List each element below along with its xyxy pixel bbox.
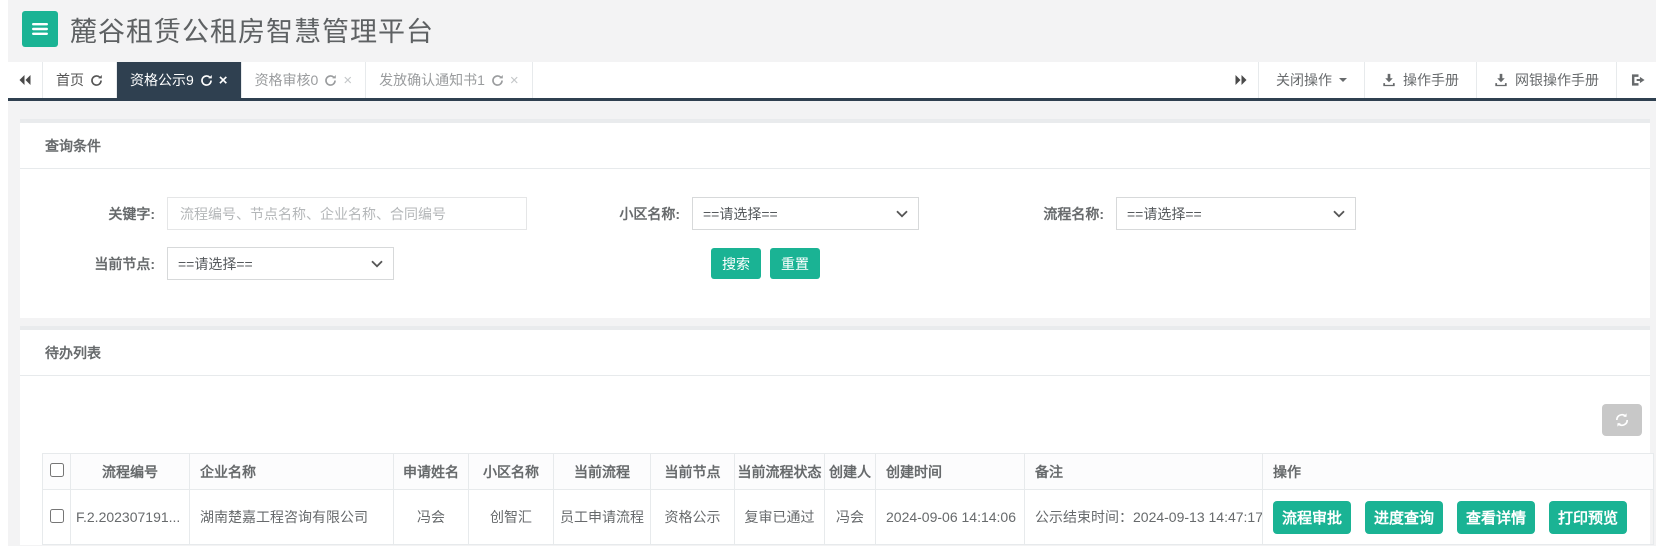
keyword-label: 关键字:	[108, 205, 155, 222]
process-name-label: 流程名称:	[1043, 205, 1104, 222]
col-applicant: 申请姓名	[393, 453, 469, 490]
close-operations-dropdown[interactable]: 关闭操作	[1258, 62, 1364, 98]
query-panel-title: 查询条件	[20, 123, 1650, 169]
select-all-checkbox[interactable]	[49, 463, 64, 477]
cell-company: 湖南楚嘉工程咨询有限公司	[189, 489, 394, 545]
view-details-button[interactable]: 查看详情	[1457, 500, 1536, 534]
selected-value: ==请选择==	[703, 205, 778, 222]
refresh-icon[interactable]	[491, 74, 504, 87]
collapsed-sidebar	[0, 0, 8, 546]
caret-down-icon	[1339, 78, 1347, 86]
process-name-select[interactable]: ==请选择==	[1116, 197, 1356, 230]
sign-out-icon	[1631, 73, 1646, 87]
cell-process-no: F.2.202307191...	[70, 489, 190, 545]
progress-query-button[interactable]: 进度查询	[1365, 500, 1444, 534]
print-preview-button[interactable]: 打印预览	[1549, 500, 1628, 534]
col-company: 企业名称	[189, 453, 394, 490]
todo-panel-title: 待办列表	[20, 330, 1650, 376]
selected-value: ==请选择==	[1127, 205, 1202, 222]
refresh-icon[interactable]	[200, 74, 213, 87]
cell-community: 创智汇	[468, 489, 554, 545]
logout-button[interactable]	[1616, 62, 1656, 98]
close-icon[interactable]: ×	[219, 73, 228, 88]
process-approval-button[interactable]: 流程审批	[1273, 500, 1352, 534]
cell-current-process: 员工申请流程	[553, 489, 651, 545]
tab-label: 发放确认通知书1	[379, 72, 485, 88]
page-title: 麓谷租赁公租房智慧管理平台	[70, 16, 434, 47]
scroll-tabs-right-button[interactable]	[1224, 62, 1258, 98]
table-header-row: 流程编号 企业名称 申请姓名 小区名称 当前流程 当前节点 当前流程状态 创建人…	[42, 453, 1654, 490]
col-process-no: 流程编号	[70, 453, 190, 490]
tab-bar-actions: 关闭操作 操作手册 网银操作手册	[1224, 62, 1656, 98]
close-operations-label: 关闭操作	[1276, 72, 1332, 88]
reset-button[interactable]: 重置	[770, 248, 820, 279]
chevron-down-icon	[1333, 210, 1345, 218]
search-button[interactable]: 搜索	[711, 248, 761, 279]
cell-created-at: 2024-09-06 14:14:06	[875, 489, 1025, 545]
row-checkbox[interactable]	[49, 508, 64, 523]
close-icon[interactable]: ×	[510, 73, 519, 88]
refresh-icon[interactable]	[324, 74, 337, 87]
col-current-process: 当前流程	[553, 453, 651, 490]
col-created-at: 创建时间	[875, 453, 1025, 490]
scroll-tabs-left-button[interactable]	[8, 62, 42, 98]
double-chevron-right-icon	[1234, 74, 1248, 86]
download-icon	[1382, 73, 1396, 87]
col-community: 小区名称	[468, 453, 554, 490]
community-name-label: 小区名称:	[619, 205, 680, 222]
cell-applicant: 冯会	[393, 489, 469, 545]
page: 麓谷租赁公租房智慧管理平台 首页 资格公示9 × 资格审核0 × 发放确认通知书…	[8, 0, 1656, 545]
query-conditions-panel: 查询条件 关键字: 小区名称: ==请选择== 流程名称: ==请选择==	[20, 119, 1650, 318]
keyword-input[interactable]	[167, 197, 527, 230]
download-icon	[1494, 73, 1508, 87]
main-content: 查询条件 关键字: 小区名称: ==请选择== 流程名称: ==请选择==	[8, 101, 1656, 545]
col-remark: 备注	[1024, 453, 1263, 490]
cell-remark: 公示结束时间：2024-09-13 14:47:17	[1024, 489, 1263, 545]
selected-value: ==请选择==	[178, 255, 253, 272]
tab-qualification-publicity[interactable]: 资格公示9 ×	[117, 62, 242, 98]
table-row: F.2.202307191... 湖南楚嘉工程咨询有限公司 冯会 创智汇 员工申…	[42, 489, 1654, 545]
operation-manual-label: 操作手册	[1403, 72, 1459, 88]
col-actions: 操作	[1262, 453, 1654, 490]
cell-current-node: 资格公示	[650, 489, 735, 545]
tab-issue-confirmation-notice[interactable]: 发放确认通知书1 ×	[366, 62, 533, 98]
tab-qualification-review[interactable]: 资格审核0 ×	[242, 62, 367, 98]
tab-bar: 首页 资格公示9 × 资格审核0 × 发放确认通知书1 × 关闭操作 操作手册 …	[8, 58, 1656, 101]
community-name-select[interactable]: ==请选择==	[692, 197, 919, 230]
col-current-node: 当前节点	[650, 453, 735, 490]
operation-manual-link[interactable]: 操作手册	[1364, 62, 1476, 98]
cell-creator: 冯会	[824, 489, 876, 545]
tab-label: 首页	[56, 72, 84, 88]
todo-list-panel: 待办列表 流程编号 企业名称 申请姓名 小区名称 当前流程 当前节点 当前流程状…	[20, 326, 1654, 545]
chevron-down-icon	[896, 210, 908, 218]
refresh-list-button[interactable]	[1602, 404, 1642, 436]
current-node-label: 当前节点:	[94, 255, 155, 272]
col-status: 当前流程状态	[734, 453, 825, 490]
close-icon[interactable]: ×	[343, 73, 352, 88]
query-form: 关键字: 小区名称: ==请选择== 流程名称: ==请选择==	[20, 169, 1650, 318]
bank-operation-manual-label: 网银操作手册	[1515, 72, 1599, 88]
col-creator: 创建人	[824, 453, 876, 490]
double-chevron-left-icon	[18, 74, 32, 86]
refresh-icon[interactable]	[90, 74, 103, 87]
cell-status: 复审已通过	[734, 489, 825, 545]
hamburger-icon	[31, 22, 49, 36]
todo-table: 流程编号 企业名称 申请姓名 小区名称 当前流程 当前节点 当前流程状态 创建人…	[42, 453, 1654, 545]
app-header: 麓谷租赁公租房智慧管理平台	[8, 0, 1656, 58]
current-node-select[interactable]: ==请选择==	[167, 247, 394, 280]
tab-label: 资格审核0	[254, 72, 319, 88]
chevron-down-icon	[371, 260, 383, 268]
row-actions: 流程审批 进度查询 查看详情 打印预览	[1273, 500, 1653, 534]
tab-label: 资格公示9	[130, 72, 194, 88]
menu-toggle-button[interactable]	[22, 11, 58, 47]
tab-home[interactable]: 首页	[42, 62, 117, 98]
bank-operation-manual-link[interactable]: 网银操作手册	[1476, 62, 1616, 98]
refresh-icon	[1614, 412, 1630, 428]
